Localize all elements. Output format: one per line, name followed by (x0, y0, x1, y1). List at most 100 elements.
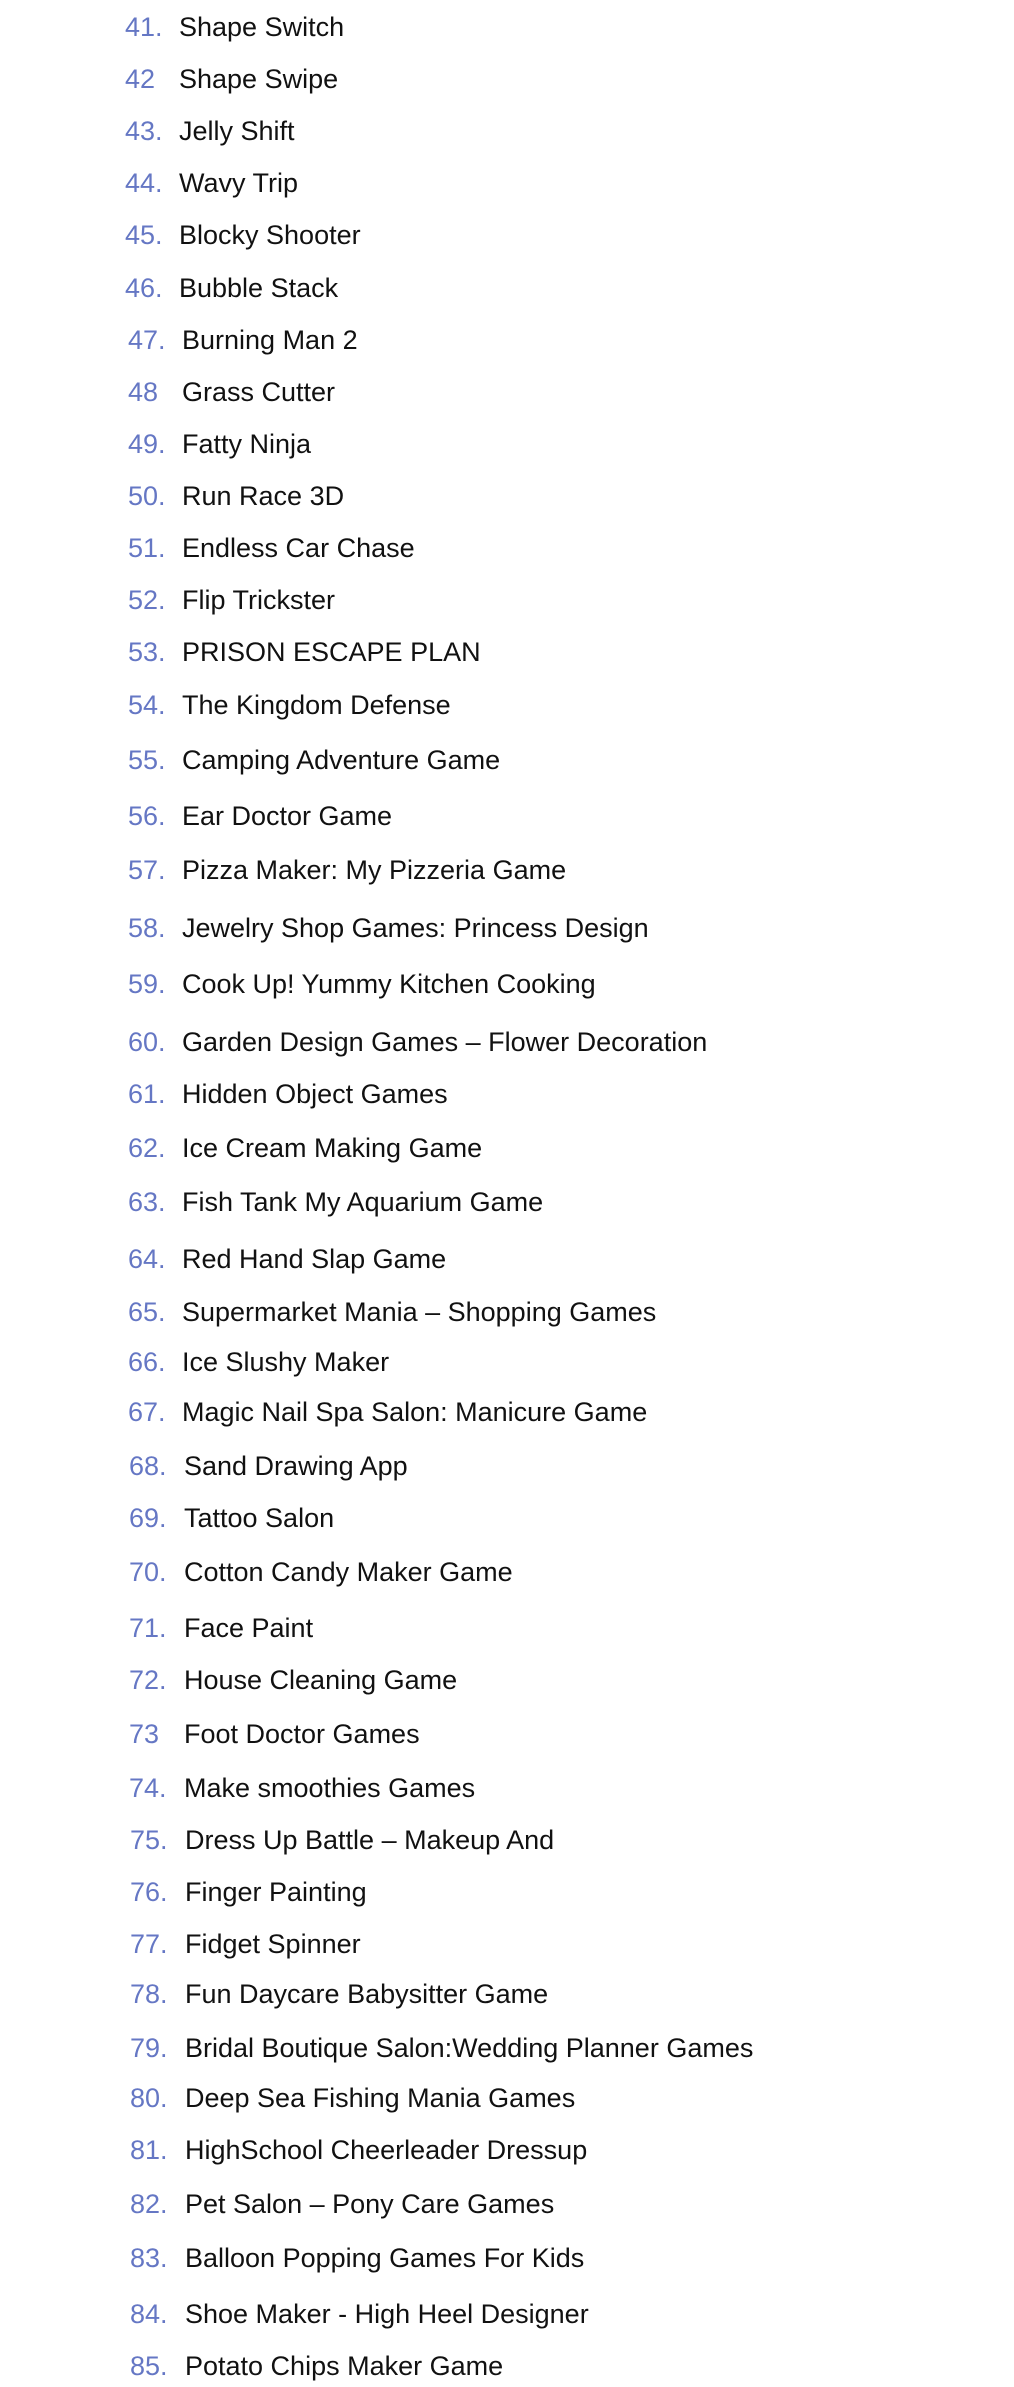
list-item: 49. Fatty Ninja (0, 424, 1014, 464)
list-item-text: Shape Switch (179, 11, 345, 42)
list-item-number: 82. (130, 2188, 168, 2219)
list-item: 70. Cotton Candy Maker Game (0, 1552, 1014, 1592)
list-item: 74. Make smoothies Games (0, 1768, 1014, 1808)
list-item-number: 56. (128, 800, 166, 831)
list-item-text: Pizza Maker: My Pizzeria Game (182, 854, 567, 885)
list-item-number: 65. (128, 1296, 166, 1327)
list-item: 63. Fish Tank My Aquarium Game (0, 1182, 1014, 1222)
list-item-text: HighSchool Cheerleader Dressup (185, 2134, 588, 2165)
list-item-text: Camping Adventure Game (182, 744, 501, 775)
list-item: 50. Run Race 3D (0, 476, 1014, 516)
list-item-text: Run Race 3D (182, 480, 345, 511)
list-item: 56. Ear Doctor Game (0, 796, 1014, 836)
list-item-number: 45. (125, 219, 163, 250)
list-item: 62. Ice Cream Making Game (0, 1128, 1014, 1168)
list-item-number: 73 (129, 1718, 160, 1749)
list-item-text: Wavy Trip (179, 167, 299, 198)
list-item-text: Fun Daycare Babysitter Game (185, 1978, 549, 2009)
list-item: 76. Finger Painting (0, 1872, 1014, 1912)
list-item: 51. Endless Car Chase (0, 528, 1014, 568)
list-item-number: 43. (125, 115, 163, 146)
list-item-number: 41. (125, 11, 163, 42)
list-item-text: Ear Doctor Game (182, 800, 393, 831)
list-item-number: 54. (128, 689, 166, 720)
list-item-text: Ice Slushy Maker (182, 1346, 390, 1377)
list-item-text: House Cleaning Game (184, 1664, 458, 1695)
list-item: 65. Supermarket Mania – Shopping Games (0, 1292, 1014, 1332)
list-item-text: Balloon Popping Games For Kids (185, 2242, 585, 2273)
list-item-text: Make smoothies Games (184, 1772, 476, 1803)
list-item-number: 60. (128, 1026, 166, 1057)
list-item: 79. Bridal Boutique Salon:Wedding Planner… (0, 2028, 1014, 2068)
list-item: 41. Shape Switch (0, 7, 1014, 47)
list-item: 44. Wavy Trip (0, 163, 1014, 203)
list-item: 58. Jewelry Shop Games: Princess Design (0, 908, 1014, 948)
list-item: 85. Potato Chips Maker Game (0, 2346, 1014, 2386)
list-item-text: Hidden Object Games (182, 1078, 448, 1109)
list-item: 60. Garden Design Games – Flower Decorati… (0, 1022, 1014, 1062)
list-item-number: 42 (125, 63, 156, 94)
list-item-text: Dress Up Battle – Makeup And (185, 1824, 555, 1855)
list-item: 47. Burning Man 2 (0, 320, 1014, 360)
list-item-text: Face Paint (184, 1612, 314, 1643)
list-item: 46. Bubble Stack (0, 268, 1014, 308)
list-item: 84. Shoe Maker - High Heel Designer (0, 2294, 1014, 2334)
list-item-number: 58. (128, 912, 166, 943)
list-item-text: Fish Tank My Aquarium Game (182, 1186, 544, 1217)
list-item-number: 67. (128, 1396, 166, 1427)
list-item-text: Deep Sea Fishing Mania Games (185, 2082, 576, 2113)
list-item: 66. Ice Slushy Maker (0, 1342, 1014, 1382)
list-item-text: Finger Painting (185, 1876, 367, 1907)
list-item-text: Tattoo Salon (184, 1502, 335, 1533)
list-item: 81. HighSchool Cheerleader Dressup (0, 2130, 1014, 2170)
list-item-text: Magic Nail Spa Salon: Manicure Game (182, 1396, 648, 1427)
list-item-number: 75. (130, 1824, 168, 1855)
list-item-number: 63. (128, 1186, 166, 1217)
list-item: 77. Fidget Spinner (0, 1924, 1014, 1964)
list-item: 57. Pizza Maker: My Pizzeria Game (0, 850, 1014, 890)
list-item-text: Blocky Shooter (179, 219, 361, 250)
list-item: 43. Jelly Shift (0, 111, 1014, 151)
list-item: 42 Shape Swipe (0, 59, 1014, 99)
list-item-number: 51. (128, 532, 166, 563)
list-item-text: Supermarket Mania – Shopping Games (182, 1296, 657, 1327)
list-item-number: 81. (130, 2134, 168, 2165)
list-item: 61. Hidden Object Games (0, 1074, 1014, 1114)
list-item: 68. Sand Drawing App (0, 1446, 1014, 1486)
list-item-text: Pet Salon – Pony Care Games (185, 2188, 555, 2219)
list-item-number: 46. (125, 272, 163, 303)
list-item-text: Foot Doctor Games (184, 1718, 420, 1749)
list-item-number: 68. (129, 1450, 167, 1481)
list-item-text: Grass Cutter (182, 376, 336, 407)
list-item: 55. Camping Adventure Game (0, 740, 1014, 780)
list-item: 80. Deep Sea Fishing Mania Games (0, 2078, 1014, 2118)
list-item: 48 Grass Cutter (0, 372, 1014, 412)
list-item-text: Cook Up! Yummy Kitchen Cooking (182, 968, 596, 999)
list-item-number: 79. (130, 2032, 168, 2063)
list-item: 69. Tattoo Salon (0, 1498, 1014, 1538)
list-item-text: Fatty Ninja (182, 428, 312, 459)
list-item-number: 83. (130, 2242, 168, 2273)
list-item-text: Fidget Spinner (185, 1928, 361, 1959)
list-item-number: 48 (128, 376, 159, 407)
list-item-number: 55. (128, 744, 166, 775)
list-item-number: 85. (130, 2350, 168, 2381)
list-item-number: 70. (129, 1556, 167, 1587)
list-item-number: 49. (128, 428, 166, 459)
list-item-text: Endless Car Chase (182, 532, 415, 563)
list-item-text: Shoe Maker - High Heel Designer (185, 2298, 589, 2329)
list-item: 45. Blocky Shooter (0, 215, 1014, 255)
list-item-number: 77. (130, 1928, 168, 1959)
list-item: 54. The Kingdom Defense (0, 685, 1014, 725)
list-item: 71. Face Paint (0, 1608, 1014, 1648)
list-item: 53. PRISON ESCAPE PLAN (0, 632, 1014, 672)
list-item-number: 53. (128, 636, 166, 667)
list-item: 82. Pet Salon – Pony Care Games (0, 2184, 1014, 2224)
list-item-text: Flip Trickster (182, 584, 336, 615)
list-item-number: 64. (128, 1243, 166, 1274)
list-item-number: 61. (128, 1078, 166, 1109)
list-item-number: 78. (130, 1978, 168, 2009)
list-item: 78. Fun Daycare Babysitter Game (0, 1974, 1014, 2014)
list-item: 75. Dress Up Battle – Makeup And (0, 1820, 1014, 1860)
list-item-number: 71. (129, 1612, 167, 1643)
